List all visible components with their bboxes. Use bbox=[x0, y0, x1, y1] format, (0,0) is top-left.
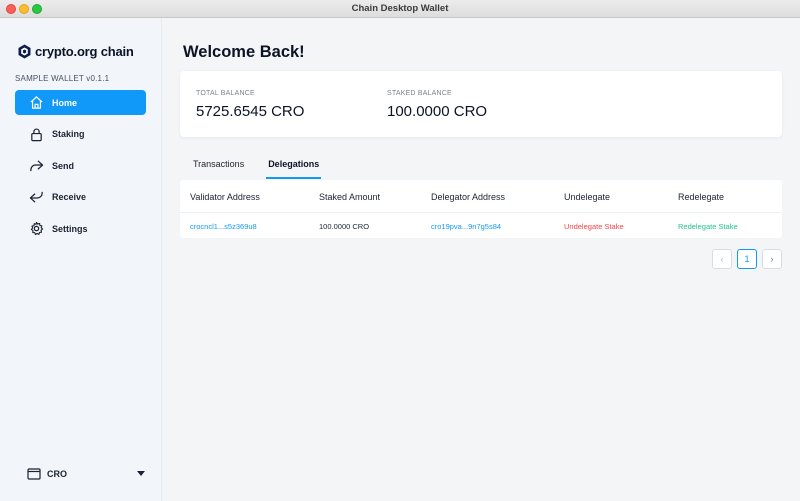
gear-icon bbox=[30, 221, 44, 236]
crypto-org-logo-icon bbox=[18, 44, 31, 59]
undelegate-stake-link[interactable]: Undelegate Stake bbox=[564, 222, 624, 231]
column-header-delegator: Delegator Address bbox=[431, 192, 506, 202]
brand-logo: crypto.org chain bbox=[18, 44, 134, 59]
table-header: Validator Address Staked Amount Delegato… bbox=[180, 180, 782, 213]
total-balance-value: 5725.6545 CRO bbox=[196, 103, 305, 120]
sidebar-item-send[interactable]: Send bbox=[15, 153, 146, 178]
sidebar: crypto.org chain SAMPLE WALLET v0.1.1 Ho… bbox=[0, 18, 162, 501]
wallet-name: SAMPLE WALLET v0.1.1 bbox=[15, 74, 110, 83]
sidebar-item-label: Send bbox=[52, 160, 75, 171]
window-title: Chain Desktop Wallet bbox=[351, 3, 449, 14]
delegator-address-link[interactable]: cro19pva...9n7g5s84 bbox=[431, 222, 501, 231]
caret-down-icon bbox=[137, 471, 145, 476]
delegations-table: Validator Address Staked Amount Delegato… bbox=[180, 180, 782, 238]
sidebar-item-settings[interactable]: Settings bbox=[15, 216, 146, 241]
column-header-undelegate: Undelegate bbox=[564, 192, 611, 202]
home-icon bbox=[30, 96, 43, 109]
sidebar-item-label: Staking bbox=[52, 129, 85, 139]
sidebar-item-label: Receive bbox=[52, 192, 87, 202]
page-title: Welcome Back! bbox=[183, 43, 305, 61]
window-titlebar: Chain Desktop Wallet bbox=[0, 0, 800, 18]
sidebar-item-staking[interactable]: Staking bbox=[15, 122, 146, 147]
receive-icon bbox=[29, 191, 43, 203]
sidebar-item-label: Home bbox=[52, 97, 78, 108]
balance-card: TOTAL BALANCE 5725.6545 CRO STAKED BALAN… bbox=[180, 71, 782, 137]
lock-icon bbox=[31, 128, 42, 141]
wallet-icon bbox=[27, 468, 41, 480]
sidebar-item-label: Settings bbox=[52, 223, 88, 234]
sidebar-item-receive[interactable]: Receive bbox=[15, 185, 146, 210]
brand-name: crypto.org chain bbox=[35, 44, 134, 59]
staked-balance-value: 100.0000 CRO bbox=[387, 103, 488, 120]
pagination-page-1[interactable]: 1 bbox=[737, 249, 757, 269]
tab-delegations[interactable]: Delegations bbox=[266, 153, 322, 179]
staked-balance-label: STAKED BALANCE bbox=[387, 90, 452, 97]
column-header-redelegate: Redelegate bbox=[678, 192, 725, 202]
pagination-next-button[interactable]: › bbox=[762, 249, 782, 269]
network-label: CRO bbox=[47, 469, 67, 479]
validator-address-link[interactable]: crocncl1...s5z369u8 bbox=[190, 222, 257, 231]
tab-transactions[interactable]: Transactions bbox=[183, 153, 244, 179]
column-header-staked-amount: Staked Amount bbox=[319, 192, 381, 202]
staked-amount-cell: 100.0000 CRO bbox=[319, 222, 370, 231]
send-icon bbox=[30, 160, 44, 172]
main-content: Welcome Back! TOTAL BALANCE 5725.6545 CR… bbox=[162, 18, 800, 501]
tab-bar: Transactions Delegations bbox=[183, 153, 343, 180]
sidebar-nav: Home Staking Send Receive Settings bbox=[15, 90, 146, 248]
redelegate-stake-link[interactable]: Redelegate Stake bbox=[678, 222, 738, 231]
total-balance-label: TOTAL BALANCE bbox=[196, 90, 255, 97]
column-header-validator: Validator Address bbox=[190, 192, 260, 202]
sidebar-item-home[interactable]: Home bbox=[15, 90, 146, 115]
network-selector[interactable]: CRO bbox=[27, 468, 147, 480]
pagination-prev-button[interactable]: ‹ bbox=[712, 249, 732, 269]
